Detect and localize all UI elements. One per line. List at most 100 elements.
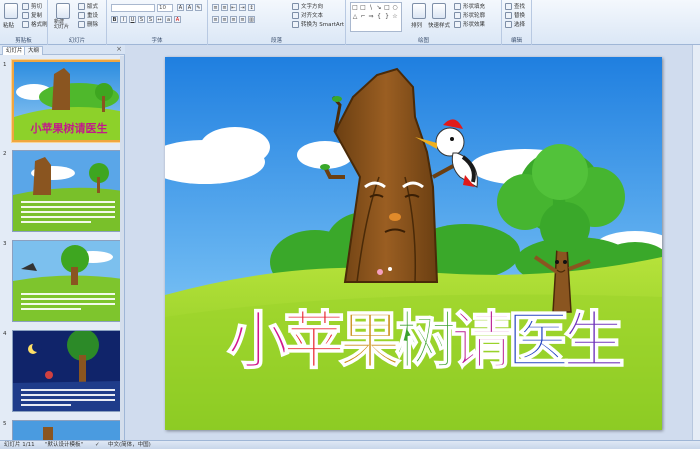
line2-icon[interactable]: ⌐	[359, 13, 367, 21]
underline-icon[interactable]: U	[129, 16, 136, 23]
align-text-button[interactable]: 对齐文本	[292, 11, 323, 19]
spellcheck-icon[interactable]: ✓	[95, 441, 100, 449]
font-group: 10 A A ✎ B I U S S ↔ a A 字体	[107, 0, 208, 45]
spacing-icon[interactable]: ↔	[156, 16, 163, 23]
new-slide-button[interactable]: 新建 幻灯片	[54, 20, 69, 30]
new-slide-label: 新建 幻灯片	[54, 19, 70, 30]
format-painter-button[interactable]: 格式刷	[22, 20, 48, 28]
reset-icon	[78, 11, 85, 19]
bold-icon[interactable]: B	[111, 16, 118, 23]
format-painter-label: 格式刷	[31, 22, 48, 28]
rect2-icon[interactable]: □	[359, 4, 367, 12]
arrange-button[interactable]: 排列	[411, 21, 422, 29]
replace-button[interactable]: 替换	[505, 11, 525, 19]
paste-button[interactable]: 粘贴	[3, 21, 14, 29]
paste-icon[interactable]	[4, 3, 18, 19]
quick-styles-label: 快速样式	[428, 23, 451, 29]
font-color-icon[interactable]: A	[174, 16, 181, 23]
rect-icon[interactable]: □	[351, 4, 359, 12]
shape-fill-button[interactable]: 形状填充	[454, 2, 485, 10]
arrow2-icon[interactable]: ⇒	[367, 13, 375, 21]
slide-thumbnail-3[interactable]	[12, 240, 122, 322]
new-slide-icon[interactable]	[56, 3, 70, 19]
thumb5-art	[13, 421, 121, 440]
replace-label: 替换	[514, 13, 526, 19]
editing-group-label: 编辑	[510, 38, 522, 44]
triangle-icon[interactable]: △	[351, 13, 359, 21]
select-button[interactable]: 选择	[505, 20, 525, 28]
brush-icon	[22, 20, 29, 28]
decrease-indent-icon[interactable]: ⇤	[230, 4, 237, 11]
text-direction-button[interactable]: 文字方向	[292, 2, 323, 10]
arrange-label: 排列	[411, 23, 423, 29]
slide-thumbnail-5[interactable]	[12, 420, 122, 440]
clear-format-icon[interactable]: ✎	[195, 4, 202, 11]
columns-icon[interactable]: ▥	[248, 16, 255, 23]
scissors-icon	[22, 2, 29, 10]
shape-outline-button[interactable]: 形状轮廓	[454, 11, 485, 19]
slide-thumbnail-1[interactable]: 小苹果树请医生	[12, 60, 122, 142]
slide-title[interactable]: 小 苹 果 树 请 医 生	[226, 303, 626, 378]
delete-button[interactable]: 删除	[78, 20, 98, 28]
align-center-icon[interactable]: ≡	[221, 16, 228, 23]
quick-styles-icon[interactable]	[432, 3, 446, 19]
slide-number: 5	[3, 421, 7, 427]
quick-styles-button[interactable]: 快速样式	[428, 21, 450, 29]
shapes-gallery[interactable]: □ □ \ ↘ □ ○△ ⌐ ⇒{} ☆	[350, 2, 402, 32]
copy-button[interactable]: 复制	[22, 11, 42, 19]
brace2-icon[interactable]: }	[383, 13, 391, 21]
font-size-select[interactable]: 10	[157, 4, 173, 12]
bullets-icon[interactable]: ≡	[212, 4, 219, 11]
slide-editor: 小 苹 果 树 请 医 生	[126, 45, 700, 440]
layout-label: 版式	[87, 4, 99, 10]
shape-effects-label: 形状效果	[463, 22, 486, 28]
slide-number: 3	[3, 241, 7, 247]
brace-icon[interactable]: {	[375, 13, 383, 21]
shrink-font-icon[interactable]: A	[186, 4, 193, 11]
case-icon[interactable]: a	[165, 16, 172, 23]
cut-button[interactable]: 剪切	[22, 2, 42, 10]
close-icon[interactable]: ×	[116, 45, 122, 53]
slide-number: 4	[3, 331, 7, 337]
editor-scrollbar[interactable]	[692, 45, 700, 440]
title-char-1: 小	[227, 304, 289, 377]
copy-label: 复制	[31, 13, 43, 19]
font-size-buttons: A A ✎	[177, 4, 202, 11]
slide-thumbnail-2[interactable]	[12, 150, 122, 232]
layout-button[interactable]: 版式	[78, 2, 98, 10]
copy-icon	[22, 11, 29, 19]
align-left-icon[interactable]: ≡	[212, 16, 219, 23]
grow-font-icon[interactable]: A	[177, 4, 184, 11]
star-icon[interactable]: ☆	[391, 13, 399, 21]
tab-slides[interactable]: 幻灯片	[2, 46, 27, 55]
effects-icon	[454, 20, 461, 28]
thumbnail-scrollbar[interactable]	[120, 56, 124, 440]
text-direction-icon	[292, 2, 299, 10]
shape-effects-button[interactable]: 形状效果	[454, 20, 485, 28]
justify-icon[interactable]: ≡	[239, 16, 246, 23]
rect3-icon[interactable]: □	[383, 4, 391, 12]
drawing-group: □ □ \ ↘ □ ○△ ⌐ ⇒{} ☆ 排列 快速样式 形状填充 形状轮廓 形状效果 绘图	[346, 0, 502, 45]
find-button[interactable]: 查找	[505, 2, 525, 10]
align-right-icon[interactable]: ≡	[230, 16, 237, 23]
smartart-button[interactable]: 转换为 SmartArt	[292, 20, 344, 28]
tab-outline[interactable]: 大纲	[24, 46, 44, 55]
title-char-4: 树	[395, 304, 457, 377]
slide-canvas[interactable]: 小 苹 果 树 请 医 生	[165, 57, 662, 430]
arrow-icon[interactable]: ↘	[375, 4, 383, 12]
reset-button[interactable]: 重设	[78, 11, 98, 19]
numbering-icon[interactable]: ≡	[221, 4, 228, 11]
select-label: 选择	[514, 22, 526, 28]
delete-icon	[78, 20, 85, 28]
language-indicator[interactable]: 中文(简体，中国)	[108, 441, 151, 449]
line-icon[interactable]: \	[367, 4, 375, 12]
shadow-icon[interactable]: S	[147, 16, 154, 23]
arrange-icon[interactable]	[412, 3, 426, 19]
increase-indent-icon[interactable]: ⇥	[239, 4, 246, 11]
line-spacing-icon[interactable]: ↕	[248, 4, 255, 11]
oval-icon[interactable]: ○	[391, 4, 399, 12]
font-name-select[interactable]	[111, 4, 155, 12]
slide-thumbnail-4[interactable]	[12, 330, 122, 412]
strike-icon[interactable]: S	[138, 16, 145, 23]
italic-icon[interactable]: I	[120, 16, 127, 23]
